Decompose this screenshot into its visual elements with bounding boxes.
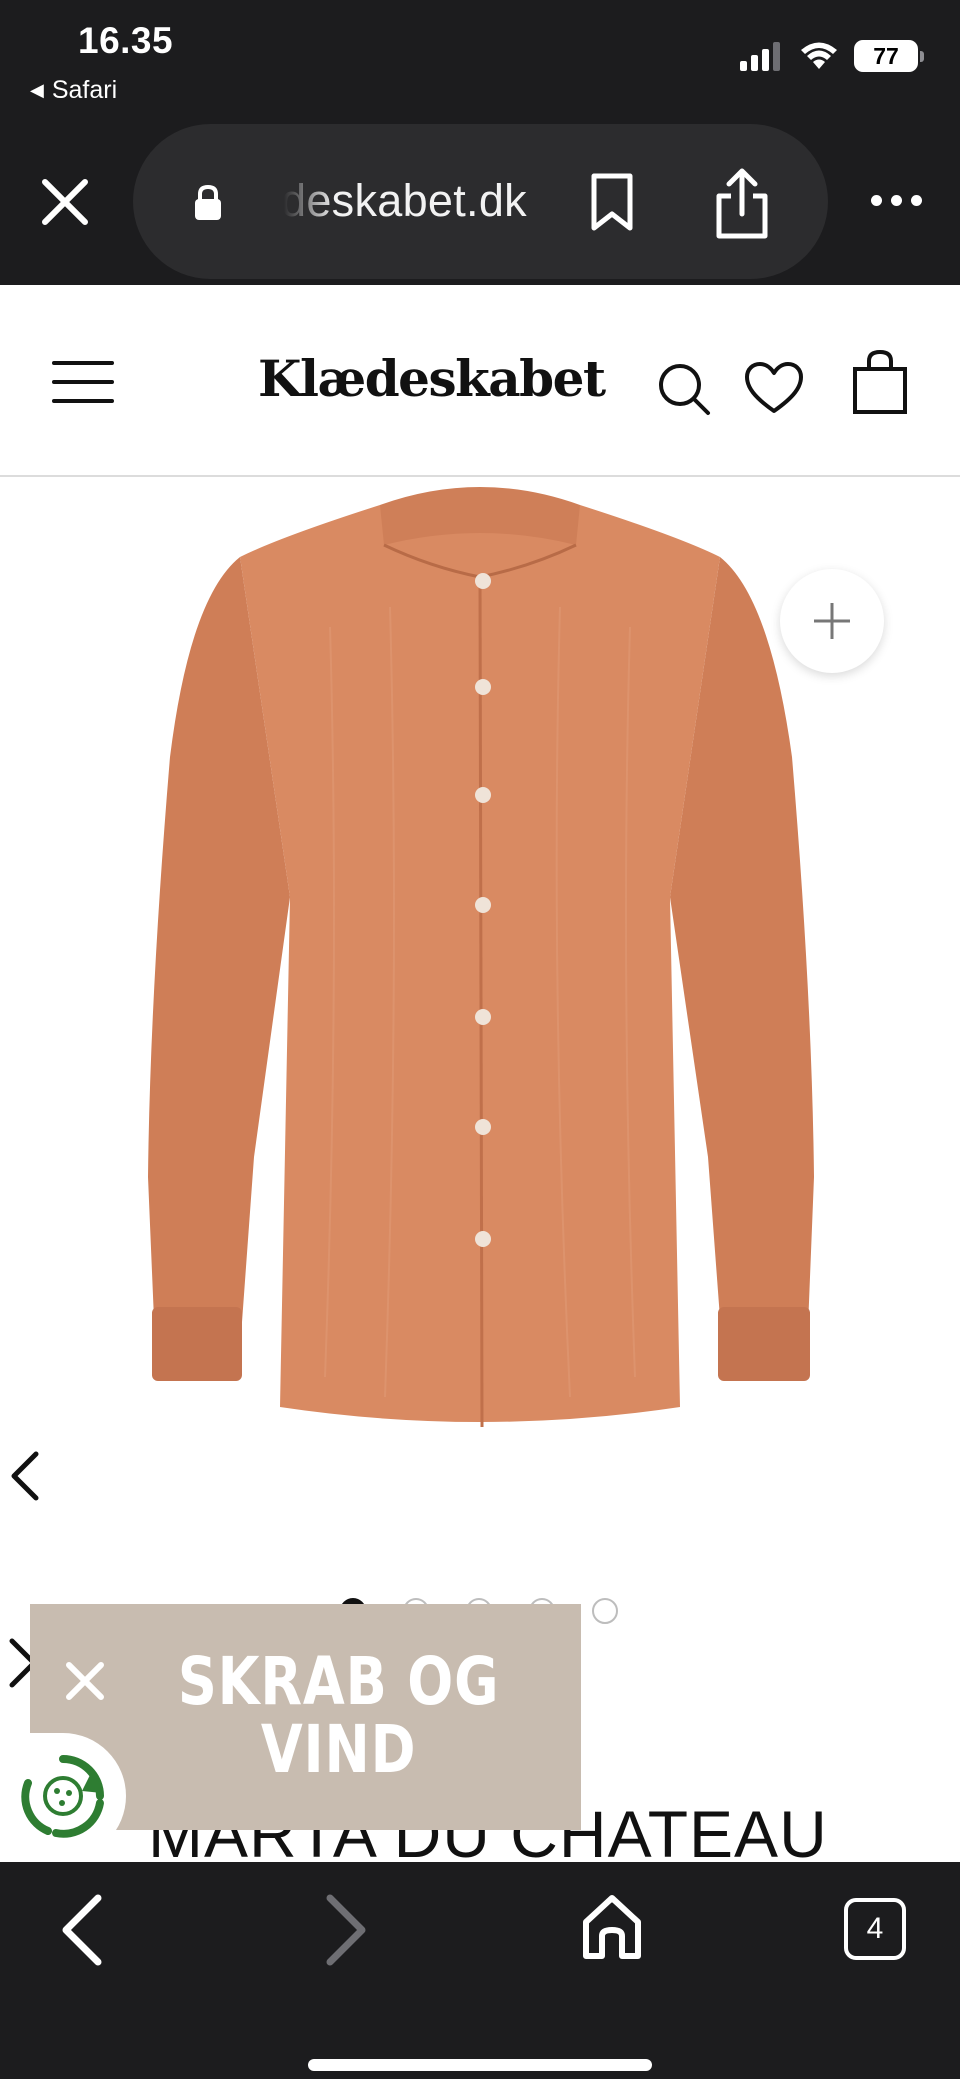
back-to-app-link[interactable]: ◀ Safari	[30, 76, 117, 105]
bookmark-icon[interactable]	[589, 172, 635, 232]
plus-icon	[814, 603, 850, 639]
bag-icon[interactable]	[852, 349, 908, 415]
signal-icon	[740, 42, 780, 71]
pagination-dot[interactable]	[592, 1598, 618, 1624]
back-icon[interactable]	[58, 1892, 106, 1968]
close-icon	[42, 179, 88, 225]
more-options-button[interactable]	[871, 195, 922, 206]
recycle-icon	[21, 1755, 104, 1838]
lock-icon	[195, 184, 221, 220]
more-dot	[891, 195, 902, 206]
promo-close-button[interactable]	[60, 1656, 110, 1706]
menu-button[interactable]	[52, 361, 114, 403]
share-icon[interactable]	[713, 166, 771, 240]
heart-icon[interactable]	[744, 361, 804, 415]
hamburger-line	[52, 361, 114, 365]
status-time: 16.35	[78, 20, 174, 61]
address-bar[interactable]: deskabet.dk	[133, 124, 828, 279]
hamburger-line	[52, 399, 114, 403]
more-dot	[871, 195, 882, 206]
browser-top-bar: 16.35 ◀ Safari 77 deskabet.dk	[0, 0, 960, 285]
back-triangle-icon: ◀	[30, 80, 44, 100]
url-fade	[275, 164, 335, 239]
home-icon[interactable]	[580, 1892, 644, 1962]
forward-icon[interactable]	[322, 1892, 370, 1968]
hamburger-line	[52, 380, 114, 384]
search-icon[interactable]	[656, 361, 712, 417]
status-indicators: 77	[740, 40, 924, 72]
prev-image-arrow[interactable]	[6, 1450, 42, 1502]
eco-badge[interactable]	[0, 1733, 126, 1859]
tabs-button[interactable]: 4	[844, 1898, 906, 1960]
zoom-button[interactable]	[780, 569, 884, 673]
close-icon	[66, 1662, 104, 1700]
product-image	[148, 487, 814, 1428]
more-dot	[911, 195, 922, 206]
back-to-app-label: Safari	[51, 76, 118, 104]
product-gallery[interactable]	[0, 477, 960, 1477]
battery-indicator: 77	[854, 40, 924, 72]
wifi-icon	[801, 42, 837, 69]
browser-bottom-toolbar: 4	[0, 1862, 960, 2079]
site-logo[interactable]: Klædeskabet	[258, 349, 606, 408]
site-header: Klædeskabet	[0, 285, 960, 477]
promo-label[interactable]: SKRAB OG VIND	[150, 1648, 527, 1784]
home-indicator[interactable]	[308, 2059, 652, 2071]
close-tab-button[interactable]	[38, 175, 92, 229]
